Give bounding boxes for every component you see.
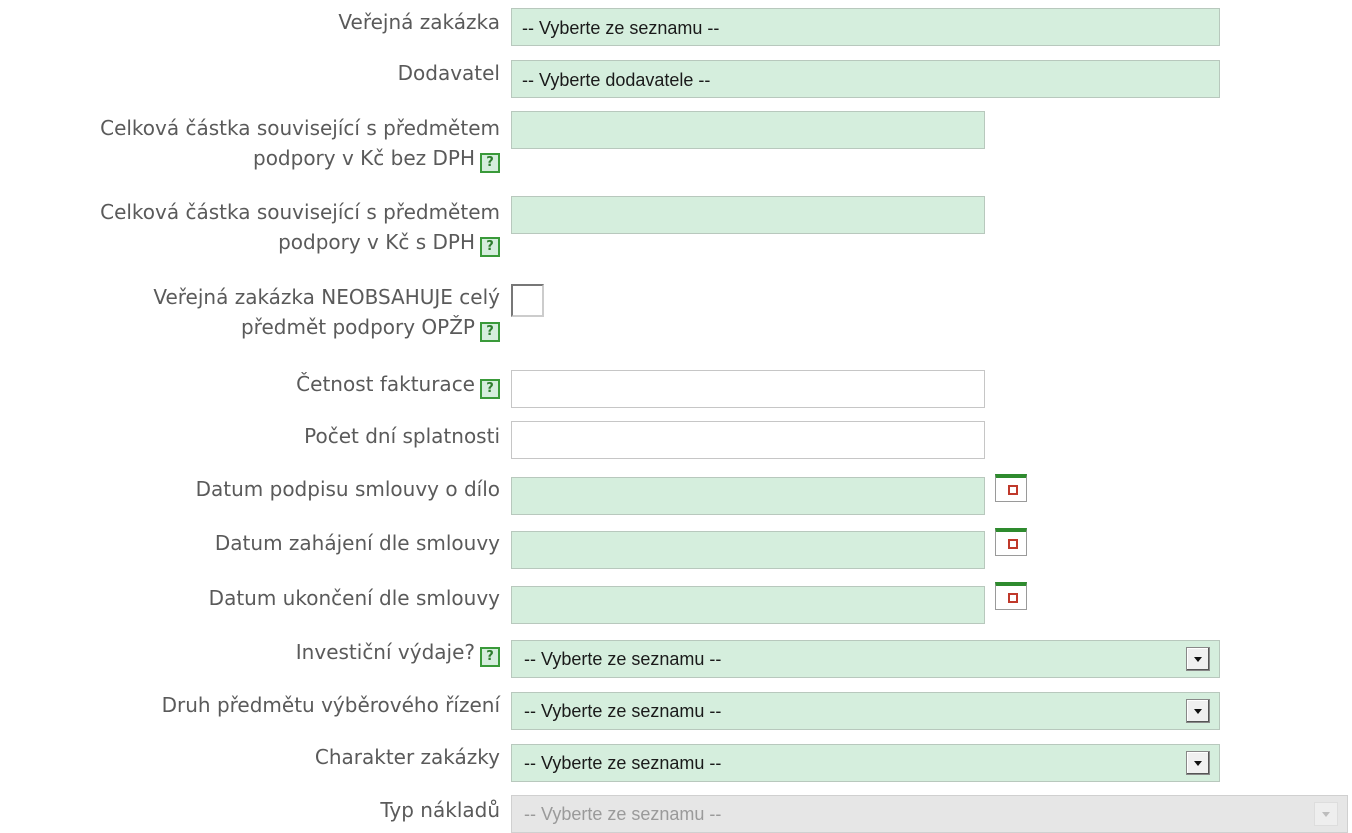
- typ-nakladu-select: -- Vyberte ze seznamu --: [511, 795, 1348, 833]
- label-castka-bez-dph-line1: Celková částka související s předmětem: [100, 116, 500, 140]
- datum-zahajeni-input[interactable]: [511, 531, 985, 569]
- label-typ-nakladu: Typ nákladů: [380, 798, 500, 822]
- charakter-zakazky-select[interactable]: -- Vyberte ze seznamu --: [511, 744, 1220, 782]
- label-castka-bez-dph: Celková částka související s předmětem p…: [100, 113, 500, 173]
- label-dodavatel: Dodavatel: [397, 61, 500, 85]
- charakter-zakazky-value: -- Vyberte ze seznamu --: [524, 752, 722, 773]
- help-icon[interactable]: ?: [480, 237, 500, 257]
- cetnost-fakturace-input[interactable]: [511, 370, 985, 408]
- chevron-down-icon: [1314, 802, 1338, 826]
- help-icon[interactable]: ?: [480, 647, 500, 667]
- label-datum-zahajeni: Datum zahájení dle smlouvy: [214, 531, 500, 555]
- label-charakter-zakazky: Charakter zakázky: [314, 745, 500, 769]
- castka-bez-dph-input[interactable]: [511, 111, 985, 149]
- datum-ukonceni-input[interactable]: [511, 586, 985, 624]
- help-icon[interactable]: ?: [480, 379, 500, 399]
- calendar-icon[interactable]: [995, 474, 1027, 502]
- pocet-dni-splatnosti-input[interactable]: [511, 421, 985, 459]
- typ-nakladu-value: -- Vyberte ze seznamu --: [524, 803, 722, 824]
- label-druh-predmetu: Druh předmětu výběrového řízení: [161, 693, 500, 717]
- calendar-icon[interactable]: [995, 528, 1027, 556]
- dodavatel-select[interactable]: -- Vyberte dodavatele --: [511, 60, 1220, 98]
- label-cetnost-fakturace: Četnost fakturace?: [296, 369, 500, 399]
- datum-podpisu-input[interactable]: [511, 477, 985, 515]
- label-castka-bez-dph-line2: podpory v Kč bez DPH: [253, 146, 475, 170]
- chevron-down-icon[interactable]: [1186, 699, 1210, 723]
- label-neobsahuje-line2: předmět podpory OPŽP: [240, 315, 475, 339]
- verejna-zakazka-select[interactable]: -- Vyberte ze seznamu --: [511, 8, 1220, 46]
- label-castka-s-dph: Celková částka související s předmětem p…: [100, 197, 500, 257]
- label-castka-s-dph-line1: Celková částka související s předmětem: [100, 200, 500, 224]
- label-pocet-dni-splatnosti: Počet dní splatnosti: [304, 424, 500, 448]
- label-datum-ukonceni: Datum ukončení dle smlouvy: [208, 586, 500, 610]
- chevron-down-icon[interactable]: [1186, 647, 1210, 671]
- chevron-down-icon[interactable]: [1186, 751, 1210, 775]
- label-investicni-vydaje-text: Investiční výdaje?: [295, 640, 475, 664]
- label-verejna-zakazka: Veřejná zakázka: [338, 10, 500, 34]
- help-icon[interactable]: ?: [480, 153, 500, 173]
- investicni-vydaje-value: -- Vyberte ze seznamu --: [524, 648, 722, 669]
- help-icon[interactable]: ?: [480, 322, 500, 342]
- label-castka-s-dph-line2: podpory v Kč s DPH: [278, 230, 475, 254]
- label-cetnost-fakturace-text: Četnost fakturace: [296, 372, 475, 396]
- calendar-icon[interactable]: [995, 582, 1027, 610]
- investicni-vydaje-select[interactable]: -- Vyberte ze seznamu --: [511, 640, 1220, 678]
- druh-predmetu-value: -- Vyberte ze seznamu --: [524, 700, 722, 721]
- label-neobsahuje-line1: Veřejná zakázka NEOBSAHUJE celý: [153, 285, 500, 309]
- label-neobsahuje: Veřejná zakázka NEOBSAHUJE celý předmět …: [153, 282, 500, 342]
- label-investicni-vydaje: Investiční výdaje??: [296, 637, 500, 667]
- label-datum-podpisu: Datum podpisu smlouvy o dílo: [195, 477, 500, 501]
- castka-s-dph-input[interactable]: [511, 196, 985, 234]
- neobsahuje-checkbox[interactable]: [511, 284, 544, 317]
- druh-predmetu-select[interactable]: -- Vyberte ze seznamu --: [511, 692, 1220, 730]
